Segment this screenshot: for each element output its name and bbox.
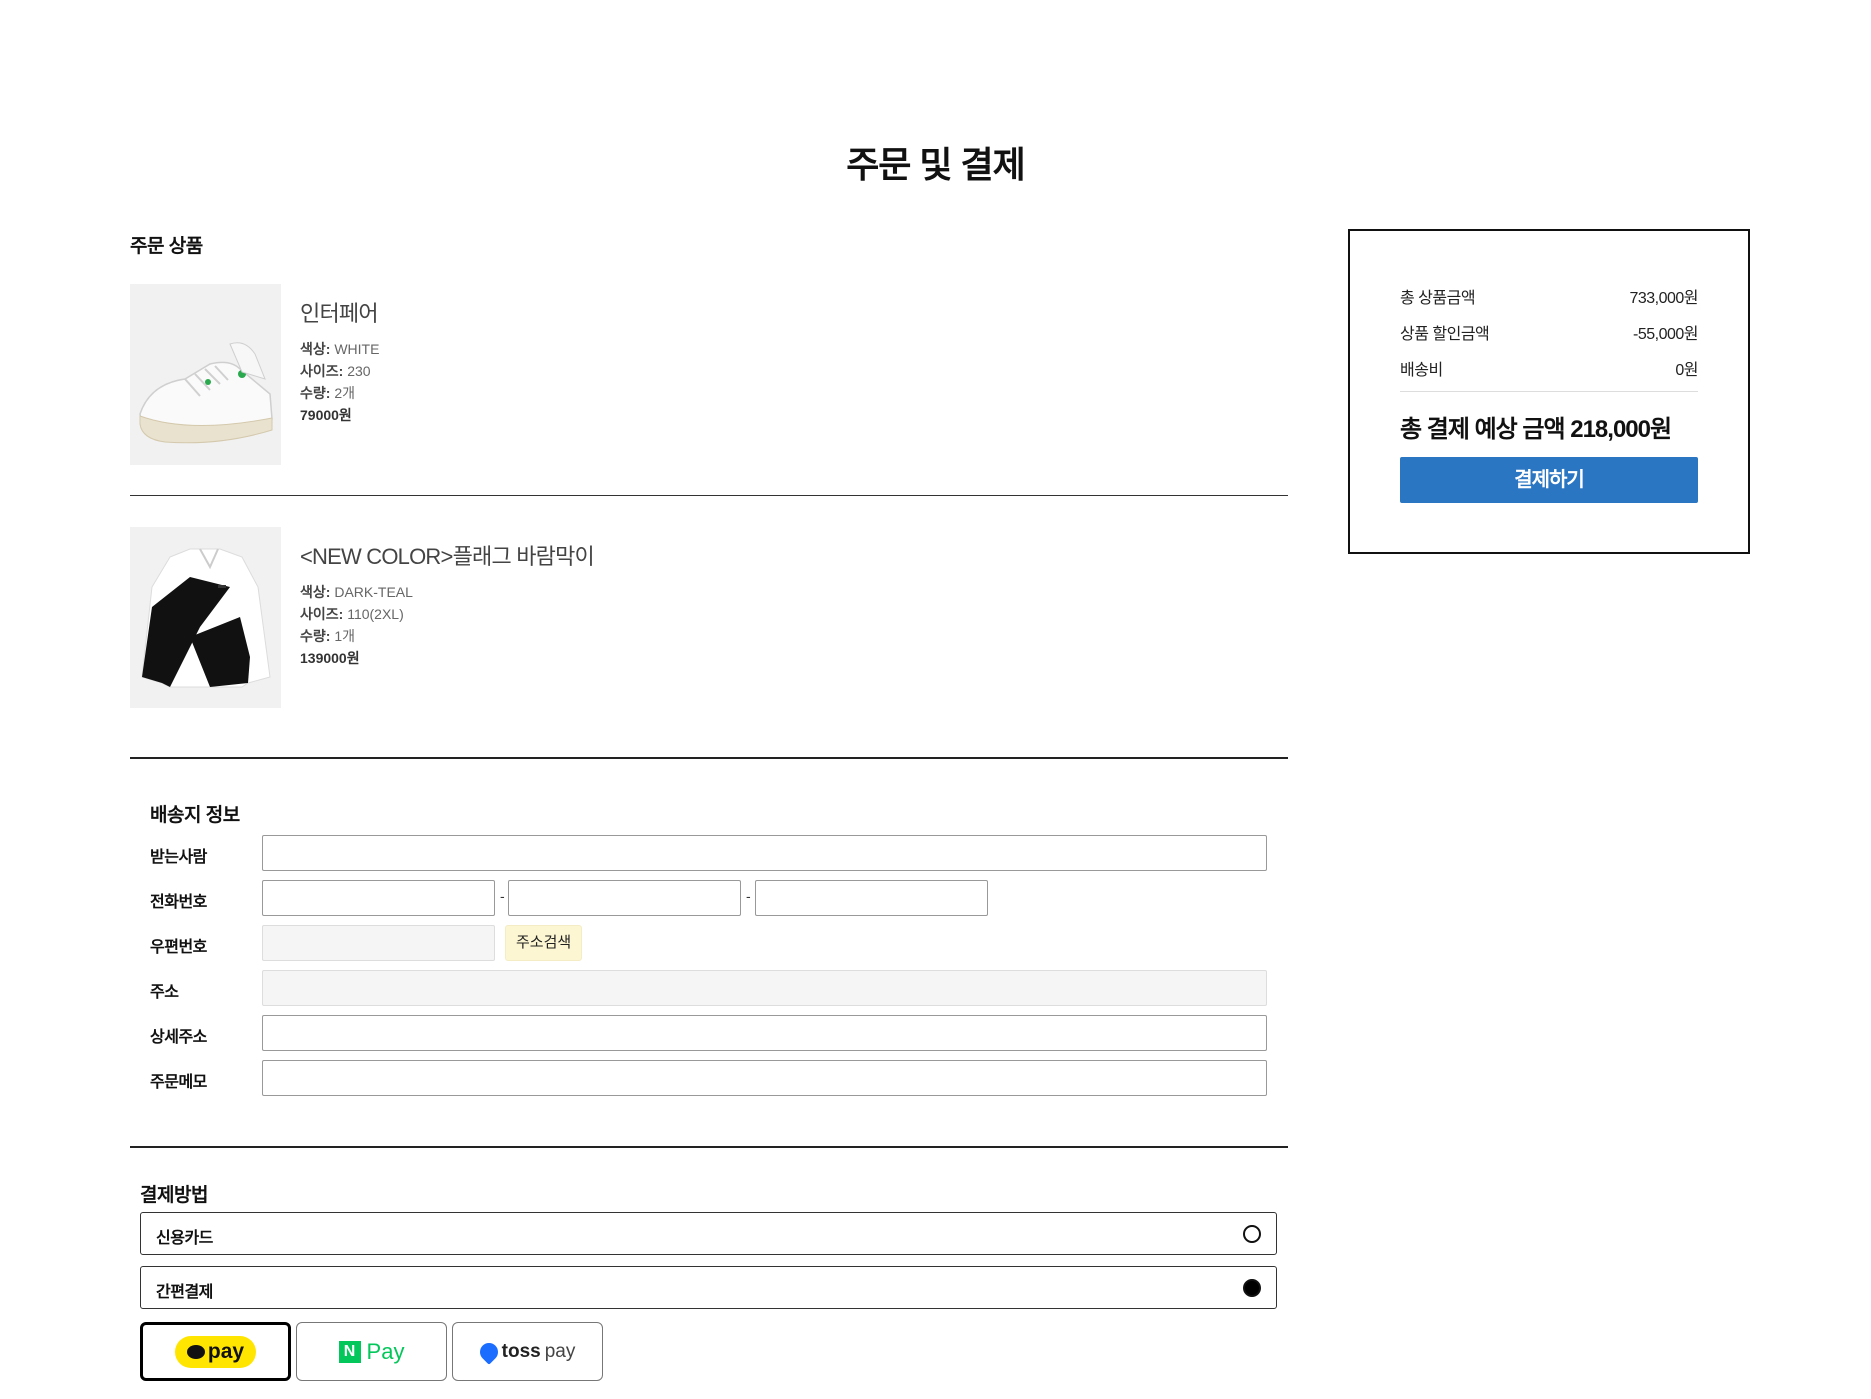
size-value: 110(2XL) <box>347 606 404 622</box>
detail-address-row: 상세주소 <box>150 1015 1270 1051</box>
zip-row: 우편번호 주소검색 <box>150 925 1270 961</box>
qty-label: 수량: <box>300 385 331 401</box>
product-size: 사이즈: 230 <box>300 360 379 382</box>
zip-input[interactable] <box>262 925 495 961</box>
address-search-button[interactable]: 주소검색 <box>505 925 583 961</box>
payment-option-label: 간편결제 <box>156 1284 213 1301</box>
address-input[interactable] <box>262 970 1267 1006</box>
memo-row: 주문메모 <box>150 1060 1270 1096</box>
address-label: 주소 <box>150 984 179 1001</box>
qty-value: 1개 <box>334 628 355 644</box>
detail-address-input[interactable] <box>262 1015 1267 1051</box>
color-value: DARK-TEAL <box>334 584 413 600</box>
memo-input[interactable] <box>262 1060 1267 1096</box>
payment-title: 결제방법 <box>140 1185 208 1206</box>
address-row: 주소 <box>150 970 1270 1006</box>
product-image-sneaker[interactable] <box>130 284 281 465</box>
pay-button[interactable]: 결제하기 <box>1400 457 1698 503</box>
product-qty: 수량: 1개 <box>300 625 594 647</box>
toss-icon <box>475 1338 502 1365</box>
color-value: WHITE <box>334 341 380 357</box>
zip-label: 우편번호 <box>150 939 207 956</box>
order-item: 인터페어 색상: WHITE 사이즈: 230 수량: 2개 79000원 <box>130 284 1288 465</box>
product-price: 79000원 <box>300 407 352 423</box>
product-size: 사이즈: 110(2XL) <box>300 603 594 625</box>
recipient-input[interactable] <box>262 835 1267 871</box>
phone-row: 전화번호 - - <box>150 880 1270 916</box>
phone-input-1[interactable] <box>262 880 495 916</box>
recipient-row: 받는사람 <box>150 835 1270 871</box>
pay-text: pay <box>544 1340 576 1362</box>
naver-n-icon: N <box>338 1340 361 1363</box>
phone-input-3[interactable] <box>755 880 988 916</box>
radio-selected-icon[interactable] <box>1243 1279 1261 1297</box>
phone-separator: - <box>500 888 505 904</box>
qty-value: 2개 <box>334 385 355 401</box>
product-name[interactable]: <NEW COLOR>플래그 바람막이 <box>300 539 595 571</box>
qty-label: 수량: <box>300 628 331 644</box>
size-label: 사이즈: <box>300 606 344 622</box>
product-name[interactable]: 인터페어 <box>300 296 379 328</box>
summary-shipping-label: 배송비 <box>1400 362 1443 379</box>
summary-total-value: 733,000원 <box>1629 290 1698 307</box>
color-label: 색상: <box>300 341 331 357</box>
divider <box>130 1146 1288 1148</box>
summary-discount-label: 상품 할인금액 <box>1400 326 1490 343</box>
recipient-label: 받는사람 <box>150 849 207 866</box>
color-label: 색상: <box>300 584 331 600</box>
summary-discount-row: 상품 할인금액 -55,000원 <box>1400 320 1699 344</box>
product-image-jacket[interactable] <box>130 527 281 708</box>
radio-icon[interactable] <box>1243 1225 1261 1243</box>
payment-option-card[interactable]: 신용카드 <box>140 1212 1277 1255</box>
kakaopay-text: pay <box>207 1339 245 1363</box>
divider <box>130 757 1288 759</box>
summary-shipping-value: 0원 <box>1675 362 1698 379</box>
order-item: <NEW COLOR>플래그 바람막이 색상: DARK-TEAL 사이즈: 1… <box>130 527 1288 708</box>
summary-shipping-row: 배송비 0원 <box>1400 356 1698 380</box>
divider <box>130 495 1288 496</box>
page-title: 주문 및 결제 <box>846 144 1026 185</box>
summary-divider <box>1400 391 1698 392</box>
naverpay-button[interactable]: N Pay <box>296 1322 447 1381</box>
tosspay-button[interactable]: toss pay <box>452 1322 603 1381</box>
product-info: 인터페어 색상: WHITE 사이즈: 230 수량: 2개 79000원 <box>300 296 379 426</box>
product-color: 색상: WHITE <box>300 338 379 360</box>
speech-bubble-icon <box>186 1344 205 1359</box>
size-label: 사이즈: <box>300 363 344 379</box>
tosspay-logo: toss pay <box>475 1338 576 1365</box>
phone-separator: - <box>746 888 751 904</box>
summary-total-label: 총 상품금액 <box>1400 290 1476 307</box>
toss-text: toss <box>501 1340 541 1362</box>
shipping-title: 배송지 정보 <box>150 805 240 826</box>
product-color: 색상: DARK-TEAL <box>300 581 594 603</box>
product-qty: 수량: 2개 <box>300 382 379 404</box>
summary-total-row: 총 상품금액 733,000원 <box>1400 284 1698 308</box>
order-summary: 총 상품금액 733,000원 상품 할인금액 -55,000원 배송비 0원 … <box>1348 229 1750 554</box>
kakaopay-logo: pay <box>174 1335 257 1368</box>
order-items-title: 주문 상품 <box>130 236 203 257</box>
product-info: <NEW COLOR>플래그 바람막이 색상: DARK-TEAL 사이즈: 1… <box>300 539 595 669</box>
product-price: 139000원 <box>300 650 360 666</box>
kakaopay-button[interactable]: pay <box>140 1322 291 1381</box>
memo-label: 주문메모 <box>150 1074 207 1091</box>
phone-input-2[interactable] <box>508 880 741 916</box>
summary-final-amount: 총 결제 예상 금액 218,000원 <box>1400 416 1672 443</box>
summary-discount-value: -55,000원 <box>1633 326 1699 343</box>
size-value: 230 <box>347 363 371 379</box>
naverpay-logo: N Pay <box>338 1338 405 1365</box>
payment-option-easy[interactable]: 간편결제 <box>140 1266 1277 1309</box>
naverpay-text: Pay <box>366 1338 405 1364</box>
payment-option-label: 신용카드 <box>156 1230 213 1247</box>
detail-address-label: 상세주소 <box>150 1029 207 1046</box>
phone-label: 전화번호 <box>150 894 207 911</box>
